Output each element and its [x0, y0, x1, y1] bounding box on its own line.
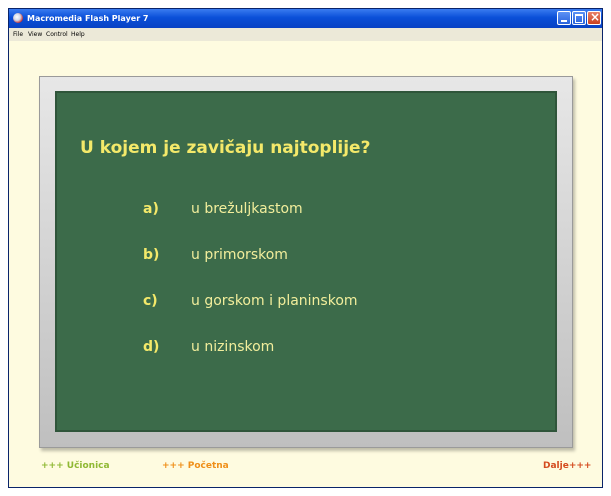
close-icon[interactable]	[587, 11, 601, 25]
menu-bar: File View Control Help	[9, 28, 602, 41]
menu-help[interactable]: Help	[71, 31, 85, 38]
answer-text: u gorskom i planinskom	[191, 293, 358, 309]
menu-file[interactable]: File	[13, 31, 23, 38]
answer-letter: d)	[143, 339, 160, 355]
pocetna-link[interactable]: +++ Početna	[162, 461, 229, 471]
menu-view[interactable]: View	[28, 31, 42, 38]
answer-letter: b)	[143, 247, 160, 263]
quiz-question: U kojem je zavičaju najtoplije?	[80, 138, 371, 158]
next-link[interactable]: Dalje+++	[543, 461, 591, 471]
maximize-icon[interactable]	[572, 11, 586, 25]
chalkboard-frame: U kojem je zavičaju najtoplije? a) u bre…	[39, 76, 573, 448]
flash-player-icon	[13, 13, 23, 23]
chalkboard: U kojem je zavičaju najtoplije? a) u bre…	[55, 91, 557, 432]
answer-letter: a)	[143, 201, 159, 217]
menu-control[interactable]: Control	[46, 31, 68, 38]
answer-text: u nizinskom	[191, 339, 275, 355]
window-title: Macromedia Flash Player 7	[27, 14, 149, 23]
flash-player-window: Macromedia Flash Player 7 File View Cont…	[8, 8, 603, 488]
answer-text: u primorskom	[191, 247, 288, 263]
answer-letter: c)	[143, 293, 158, 309]
minimize-icon[interactable]	[557, 11, 571, 25]
answer-text: u brežuljkastom	[191, 201, 303, 217]
ucionica-link[interactable]: +++ Učionica	[41, 461, 110, 471]
title-bar[interactable]: Macromedia Flash Player 7	[9, 9, 602, 28]
